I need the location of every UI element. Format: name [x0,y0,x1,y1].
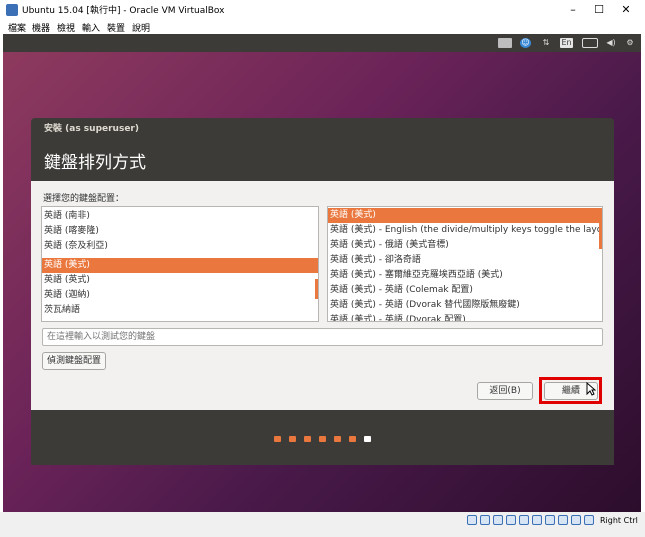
cpu-icon[interactable] [571,515,581,525]
menu-devices[interactable]: 裝置 [107,21,125,34]
minimize-button[interactable]: – [562,2,584,18]
network-icon[interactable]: ⇅ [540,38,552,48]
list-item[interactable]: 英語 (奈及利亞) [42,239,318,254]
progress-dot [289,436,296,442]
list-item[interactable]: 英語 (美式) - 英語 (Dvorak 替代國際版無廢鍵) [328,298,602,313]
language-icon[interactable]: En [560,38,573,48]
detect-layout-button[interactable]: 偵測鍵盤配置 [42,352,106,370]
list-item[interactable]: 茨瓦納語 [42,303,318,318]
recording-icon[interactable] [558,515,568,525]
optical-drive-icon[interactable] [480,515,490,525]
layout-prompt: 選擇您的鍵盤配置： [43,194,125,204]
page-title: 鍵盤排列方式 [44,153,146,173]
menu-view[interactable]: 檢視 [57,21,75,34]
progress-dot-current [364,436,371,442]
list-item[interactable]: 英語 (美式) - 英語 (Colemak 配置) [328,283,602,298]
list-item[interactable]: 英語 (迦納) [42,288,318,303]
progress-dot [304,436,311,442]
list-item[interactable]: 英語 (美式) - 英語 (Dvorak 配置) [328,313,602,321]
power-icon[interactable]: ⚙ [624,38,636,48]
keyboard-variant-list[interactable]: 英語 (美式) 英語 (美式) - English (the divide/mu… [327,206,603,322]
list-item[interactable]: 英語 (英式) [42,273,318,288]
menu-input[interactable]: 輸入 [82,21,100,34]
audio-icon[interactable] [493,515,503,525]
keyboard-icon[interactable] [498,38,512,48]
menu-file[interactable]: 檔案 [8,21,26,34]
list-item[interactable]: 英語 (喀麥隆) [42,224,318,239]
battery-icon[interactable] [582,38,598,48]
progress-dot [334,436,341,442]
progress-dot [319,436,326,442]
menu-machine[interactable]: 機器 [32,21,50,34]
list-item[interactable]: 英語 (南非) [42,209,318,224]
list-item[interactable]: 英語 (美式) - English (the divide/multiply k… [328,223,602,238]
progress-dot [274,436,281,442]
installer-window-title: 安裝 (as superuser) [44,124,139,134]
mouse-cursor-icon [586,382,596,396]
display-icon[interactable] [545,515,555,525]
hard-disk-icon[interactable] [467,515,477,525]
keyboard-layout-list[interactable]: 英語 (南非) 英語 (喀麥隆) 英語 (奈及利亞) 英語 (美式) 英語 (英… [41,206,319,322]
layout-list-scrollbar[interactable] [315,279,318,299]
list-item[interactable]: 英語 (美式) - 卻洛奇語 [328,253,602,268]
back-button[interactable]: 返回(B) [477,382,533,400]
shared-folder-icon[interactable] [532,515,542,525]
list-item[interactable]: 英語 (美式) - 俄語 (美式音標) [328,238,602,253]
volume-icon[interactable]: ◀) [605,38,617,48]
list-item[interactable]: 英語 (美式) - 塞爾維亞克羅埃西亞語 (美式) [328,268,602,283]
menu-help[interactable]: 說明 [132,21,150,34]
network-adapter-icon[interactable] [506,515,516,525]
variant-list-scrollbar[interactable] [599,209,602,249]
accessibility-icon[interactable]: ☺ [520,38,531,48]
list-item-selected[interactable]: 英語 (美式) [328,208,602,223]
virtualbox-app-icon [6,4,18,16]
usb-icon[interactable] [519,515,529,525]
progress-dot [349,436,356,442]
host-window-title: Ubuntu 15.04 [執行中] - Oracle VM VirtualBo… [22,6,225,16]
keyboard-test-input[interactable] [42,328,603,346]
host-key-label: Right Ctrl [600,516,638,525]
close-button[interactable]: ✕ [615,2,637,18]
mouse-integration-icon[interactable] [584,515,594,525]
list-item-selected[interactable]: 英語 (美式) [42,258,318,273]
maximize-button[interactable]: ☐ [588,2,610,18]
